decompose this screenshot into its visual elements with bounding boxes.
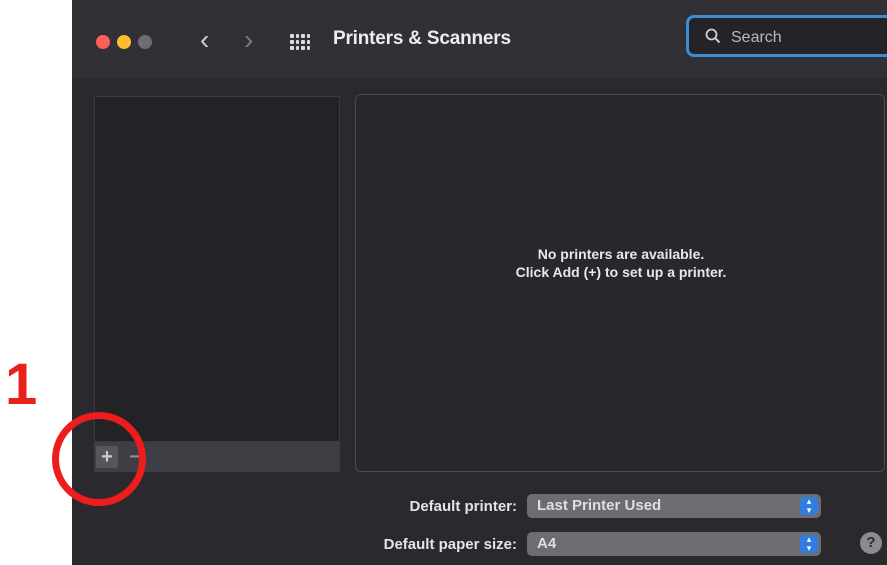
- default-printer-select[interactable]: Last Printer Used ▴ ▾: [527, 494, 821, 518]
- show-all-grid-icon[interactable]: [290, 34, 310, 50]
- zoom-window-button[interactable]: [138, 35, 152, 49]
- help-button[interactable]: ?: [860, 532, 882, 554]
- window-title: Printers & Scanners: [333, 28, 511, 49]
- select-stepper-icon: ▴ ▾: [800, 497, 818, 515]
- search-icon: [705, 28, 721, 44]
- empty-state-line-1: No printers are available.: [537, 246, 705, 262]
- annotation-step-number: 1: [5, 352, 38, 417]
- forward-button[interactable]: ›: [244, 26, 253, 54]
- printer-detail-panel: No printers are available. Click Add (+)…: [355, 94, 885, 472]
- select-stepper-icon: ▴ ▾: [800, 535, 818, 553]
- default-paper-size-label: Default paper size:: [383, 536, 517, 553]
- empty-state-line-2: Click Add (+) to set up a printer.: [515, 264, 727, 280]
- default-paper-size-select[interactable]: A4 ▴ ▾: [527, 532, 821, 556]
- close-window-button[interactable]: [96, 35, 110, 49]
- empty-state-message: No printers are available. Click Add (+)…: [356, 245, 886, 281]
- default-printer-value: Last Printer Used: [537, 497, 662, 514]
- default-printer-label: Default printer:: [409, 498, 517, 515]
- title-bar: ‹ › Printers & Scanners: [72, 0, 887, 78]
- annotation-circle: [52, 412, 146, 506]
- search-input[interactable]: [729, 26, 883, 50]
- printer-list[interactable]: [94, 96, 340, 442]
- minimize-window-button[interactable]: [117, 35, 131, 49]
- default-paper-size-value: A4: [537, 535, 557, 552]
- search-field[interactable]: [686, 15, 887, 57]
- back-button[interactable]: ‹: [200, 26, 209, 54]
- system-preferences-window: ‹ › Printers & Scanners + − No printers …: [72, 0, 887, 565]
